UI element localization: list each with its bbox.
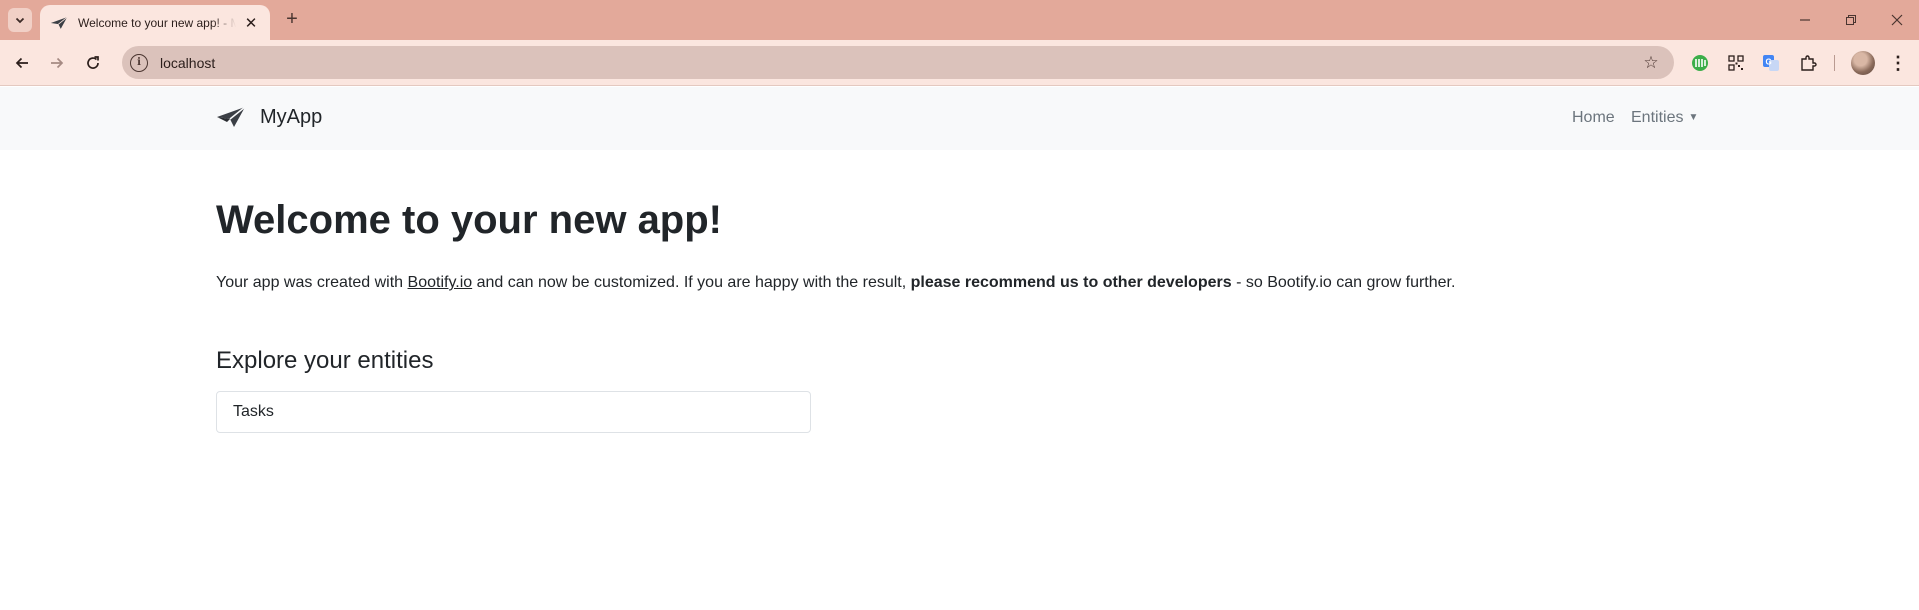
intro-text-prefix: Your app was created with — [216, 274, 408, 291]
close-window-icon[interactable] — [1882, 8, 1912, 32]
reload-icon[interactable] — [81, 51, 105, 75]
profile-avatar[interactable] — [1851, 51, 1875, 75]
site-info-icon[interactable]: i — [130, 53, 148, 72]
tab-close-icon[interactable]: ✕ — [242, 14, 260, 32]
nav-link-home[interactable]: Home — [1572, 109, 1615, 127]
entity-list: Tasks — [216, 391, 811, 433]
intro-text-suffix: - so Bootify.io can grow further. — [1231, 274, 1456, 291]
new-tab-button[interactable]: + — [281, 9, 303, 31]
toolbar-divider — [1834, 55, 1835, 71]
navbar-brand[interactable]: MyApp — [216, 105, 322, 129]
extension-green-icon[interactable] — [1689, 52, 1711, 74]
section-title: Explore your entities — [216, 347, 434, 374]
app-navbar: MyApp Home Entities ▼ — [0, 87, 1919, 150]
back-arrow-icon[interactable] — [10, 51, 34, 75]
page-title: Welcome to your new app! — [216, 198, 722, 242]
tab-title: Welcome to your new app! - MyApp — [78, 15, 236, 30]
browser-toolbar: i localhost ☆ G ⋮ — [0, 40, 1919, 86]
bookmark-star-icon[interactable]: ☆ — [1640, 52, 1662, 74]
paper-plane-icon — [50, 14, 68, 32]
browser-tab-active[interactable]: Welcome to your new app! - MyApp ✕ — [40, 5, 270, 40]
forward-arrow-icon[interactable] — [45, 51, 69, 75]
nav-dropdown-entities-label: Entities — [1631, 109, 1684, 126]
intro-text-bold: please recommend us to other developers — [910, 274, 1232, 291]
brand-name: MyApp — [260, 105, 323, 128]
more-menu-icon[interactable]: ⋮ — [1888, 51, 1908, 75]
minimize-icon[interactable] — [1790, 8, 1820, 32]
address-bar[interactable]: i localhost ☆ — [122, 46, 1674, 79]
entity-list-item-tasks[interactable]: Tasks — [217, 392, 810, 432]
restore-icon[interactable] — [1836, 8, 1866, 32]
intro-text-middle: and can now be customized. If you are ha… — [472, 274, 911, 291]
address-bar-url[interactable]: localhost — [160, 55, 1640, 71]
paper-plane-icon — [216, 105, 246, 129]
intro-paragraph: Your app was created with Bootify.io and… — [216, 274, 1455, 292]
tab-search-chevron-icon[interactable] — [8, 8, 32, 32]
svg-text:G: G — [1766, 58, 1772, 67]
nav-dropdown-entities[interactable]: Entities ▼ — [1631, 109, 1698, 127]
google-translate-icon[interactable]: G — [1760, 52, 1782, 74]
bootify-link[interactable]: Bootify.io — [408, 274, 473, 291]
browser-tabstrip: Welcome to your new app! - MyApp ✕ + — [0, 0, 1919, 40]
extensions-puzzle-icon[interactable] — [1797, 52, 1819, 74]
caret-down-icon: ▼ — [1688, 112, 1699, 123]
qr-code-icon[interactable] — [1725, 52, 1747, 74]
